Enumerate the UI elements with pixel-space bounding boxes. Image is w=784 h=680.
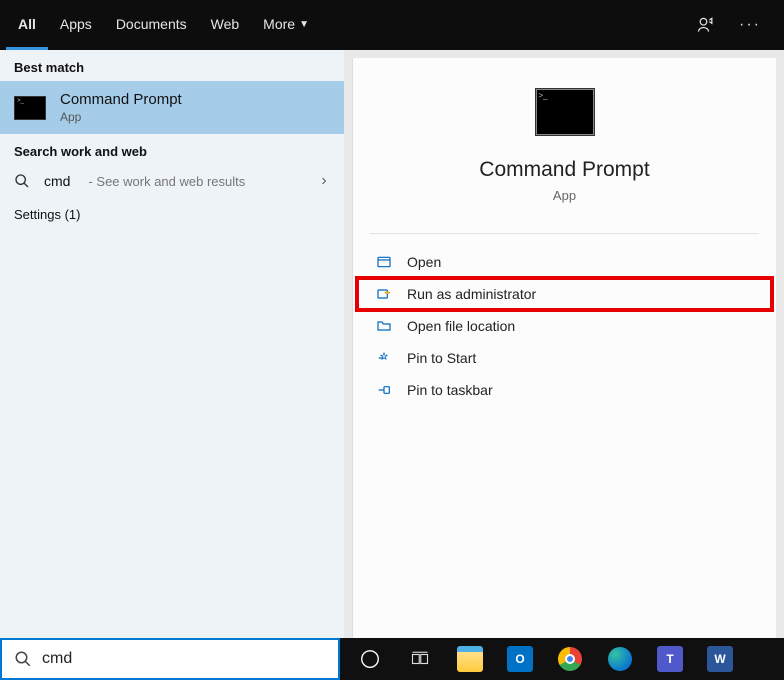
taskbar-chrome[interactable]	[546, 638, 594, 680]
search-input[interactable]	[42, 650, 326, 668]
taskbar-outlook[interactable]: O	[496, 638, 544, 680]
tab-web-label: Web	[211, 16, 240, 32]
taskbar-file-explorer[interactable]	[446, 638, 494, 680]
taskbar-cortana[interactable]	[346, 638, 394, 680]
search-term-label: cmd	[44, 173, 70, 189]
search-icon	[14, 173, 30, 189]
taskbar-task-view[interactable]	[396, 638, 444, 680]
action-pin-taskbar-label: Pin to taskbar	[407, 382, 493, 398]
outlook-icon: O	[507, 646, 533, 672]
best-match-header: Best match	[0, 50, 344, 81]
tab-all-label: All	[18, 16, 36, 32]
search-box[interactable]	[0, 638, 340, 680]
search-hint-label: - See work and web results	[88, 174, 245, 189]
tab-all[interactable]: All	[6, 0, 48, 50]
open-icon	[375, 253, 393, 271]
search-web-header: Search work and web	[0, 134, 344, 165]
taskbar: O T W	[340, 638, 784, 680]
app-preview-subtitle: App	[553, 188, 576, 203]
search-scope-tabs: All Apps Documents Web More ▼ ···	[0, 0, 784, 50]
tab-documents[interactable]: Documents	[104, 0, 199, 50]
taskbar-word[interactable]: W	[696, 638, 744, 680]
action-open-label: Open	[407, 254, 441, 270]
taskbar-edge[interactable]	[596, 638, 644, 680]
app-preview-title: Command Prompt	[479, 158, 649, 182]
actions-list: Open Run as administrator Open file loca…	[353, 234, 776, 406]
folder-icon	[457, 646, 483, 672]
action-pin-to-start[interactable]: Pin to Start	[357, 342, 772, 374]
settings-row[interactable]: Settings (1)	[0, 197, 344, 232]
action-run-admin-label: Run as administrator	[407, 286, 536, 302]
edge-icon	[608, 647, 632, 671]
pin-taskbar-icon	[375, 381, 393, 399]
chevron-right-icon	[318, 175, 330, 187]
search-icon	[14, 650, 32, 668]
tab-documents-label: Documents	[116, 16, 187, 32]
app-preview-icon	[535, 88, 595, 136]
tab-apps[interactable]: Apps	[48, 0, 104, 50]
admin-shield-icon	[375, 285, 393, 303]
results-pane: Best match Command Prompt App Search wor…	[0, 50, 344, 638]
folder-location-icon	[375, 317, 393, 335]
tab-web[interactable]: Web	[199, 0, 252, 50]
preview-pane: Command Prompt App Open Run as administr…	[352, 58, 776, 638]
tab-apps-label: Apps	[60, 16, 92, 32]
tab-more[interactable]: More ▼	[251, 0, 321, 50]
teams-icon: T	[657, 646, 683, 672]
tab-more-label: More	[263, 16, 295, 32]
action-open[interactable]: Open	[357, 246, 772, 278]
taskbar-teams[interactable]: T	[646, 638, 694, 680]
search-web-row[interactable]: cmd - See work and web results	[0, 165, 344, 197]
result-title: Command Prompt	[60, 91, 182, 108]
word-icon: W	[707, 646, 733, 672]
chrome-icon	[558, 647, 582, 671]
result-text: Command Prompt App	[60, 91, 182, 124]
action-pin-to-taskbar[interactable]: Pin to taskbar	[357, 374, 772, 406]
result-subtitle: App	[60, 110, 182, 124]
action-open-file-location[interactable]: Open file location	[357, 310, 772, 342]
chevron-down-icon: ▼	[299, 16, 309, 30]
command-prompt-icon	[14, 96, 46, 120]
pin-start-icon	[375, 349, 393, 367]
result-command-prompt[interactable]: Command Prompt App	[0, 81, 344, 134]
action-pin-start-label: Pin to Start	[407, 350, 476, 366]
feedback-icon[interactable]	[686, 0, 726, 50]
more-options-icon[interactable]: ···	[730, 0, 770, 50]
action-open-location-label: Open file location	[407, 318, 515, 334]
action-run-as-administrator[interactable]: Run as administrator	[357, 278, 772, 310]
